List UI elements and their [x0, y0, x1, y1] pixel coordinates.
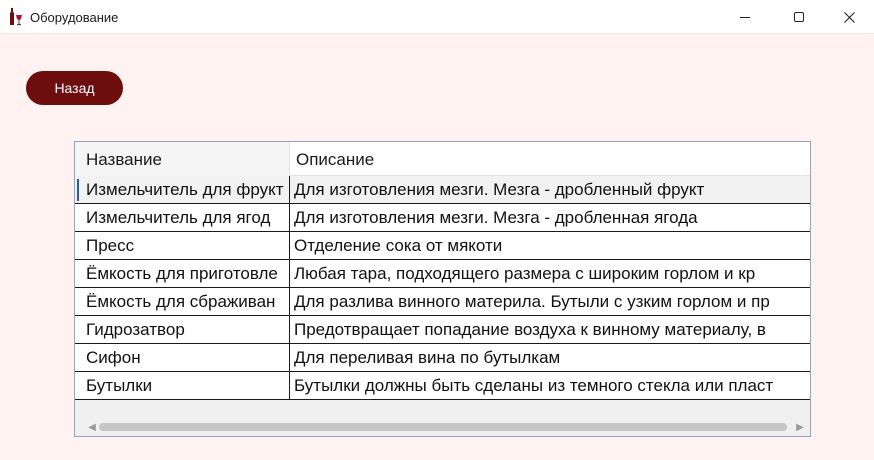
- maximize-button[interactable]: [776, 0, 822, 34]
- table-row[interactable]: Измельчитель для ягод Для изготовления ме…: [75, 204, 810, 232]
- cell-description[interactable]: Для переливая вина по бутылкам: [290, 344, 810, 371]
- cell-name[interactable]: Ёмкость для сбраживан: [75, 288, 290, 315]
- cell-name[interactable]: Бутылки: [75, 372, 290, 399]
- close-button[interactable]: [826, 0, 872, 34]
- minimize-icon: [740, 17, 750, 18]
- table-row[interactable]: Сифон Для переливая вина по бутылкам: [75, 344, 810, 372]
- window-title: Оборудование: [30, 10, 119, 25]
- maximize-icon: [794, 12, 804, 22]
- wine-bottle-glass-icon: [9, 8, 23, 26]
- minimize-button[interactable]: [722, 0, 768, 34]
- table-header: Название Описание: [75, 142, 810, 176]
- table-row[interactable]: Ёмкость для приготовле Любая тара, подход…: [75, 260, 810, 288]
- back-button[interactable]: Назад: [26, 71, 123, 105]
- table-row[interactable]: Ёмкость для сбраживан Для разлива винного…: [75, 288, 810, 316]
- scroll-left-icon[interactable]: ◀: [85, 420, 99, 434]
- cell-description[interactable]: Предотвращает попадание воздуха к винном…: [290, 316, 810, 343]
- cell-name[interactable]: Измельчитель для фрукт: [75, 176, 290, 203]
- cell-name[interactable]: Гидрозатвор: [75, 316, 290, 343]
- scrollbar-thumb[interactable]: [99, 423, 787, 431]
- cell-name[interactable]: Измельчитель для ягод: [75, 204, 290, 231]
- table-row[interactable]: Бутылки Бутылки должны быть сделаны из те…: [75, 372, 810, 400]
- close-icon: [843, 11, 855, 23]
- table-body: Измельчитель для фрукт Для изготовления м…: [75, 176, 810, 400]
- cell-description[interactable]: Бутылки должны быть сделаны из темного с…: [290, 372, 810, 399]
- column-header-name[interactable]: Название: [75, 142, 290, 176]
- cell-description[interactable]: Отделение сока от мякоти: [290, 232, 810, 259]
- scroll-right-icon[interactable]: ▶: [793, 420, 807, 434]
- table-row[interactable]: Гидрозатвор Предотвращает попадание возду…: [75, 316, 810, 344]
- cell-name[interactable]: Пресс: [75, 232, 290, 259]
- table-row[interactable]: Пресс Отделение сока от мякоти: [75, 232, 810, 260]
- title-bar: Оборудование: [0, 0, 874, 34]
- cell-description[interactable]: Для разлива винного материла. Бутыли с у…: [290, 288, 810, 315]
- cell-description[interactable]: Для изготовления мезги. Мезга - дробленн…: [290, 176, 810, 203]
- cell-name[interactable]: Сифон: [75, 344, 290, 371]
- equipment-table[interactable]: Название Описание Измельчитель для фрукт…: [74, 141, 811, 437]
- cell-description[interactable]: Для изготовления мезги. Мезга - дробленн…: [290, 204, 810, 231]
- horizontal-scrollbar[interactable]: ◀ ▶: [75, 418, 810, 436]
- cell-name[interactable]: Ёмкость для приготовле: [75, 260, 290, 287]
- table-row[interactable]: Измельчитель для фрукт Для изготовления м…: [75, 176, 810, 204]
- column-header-description[interactable]: Описание: [290, 142, 810, 176]
- cell-description[interactable]: Любая тара, подходящего размера с широки…: [290, 260, 810, 287]
